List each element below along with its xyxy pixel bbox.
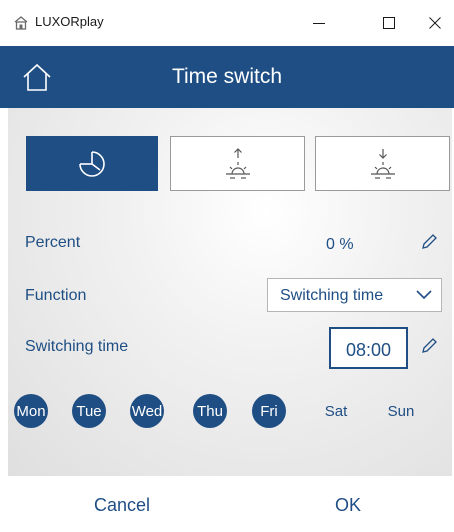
chevron-down-icon	[416, 290, 432, 300]
day-wed-toggle[interactable]: Wed	[130, 394, 164, 428]
mode-sunrise-button[interactable]	[170, 136, 305, 191]
ok-button[interactable]: OK	[278, 490, 418, 520]
switching-time-label: Switching time	[25, 338, 129, 355]
percent-label: Percent	[25, 234, 81, 251]
cancel-button[interactable]: Cancel	[52, 490, 192, 520]
day-mon-toggle[interactable]: Mon	[14, 394, 48, 428]
function-label: Function	[25, 287, 87, 304]
edit-time-icon[interactable]	[420, 337, 438, 355]
switching-time-value: 08:00	[345, 340, 392, 360]
dialog-footer: Cancel OK	[0, 476, 454, 532]
maximize-icon	[383, 17, 395, 29]
day-fri-toggle[interactable]: Fri	[252, 394, 286, 428]
day-thu-toggle[interactable]: Thu	[193, 394, 227, 428]
percent-value: 0 %	[326, 236, 354, 253]
title-bar: LUXORplay	[0, 0, 454, 46]
time-switch-panel: Percent 0 % Function Switching time Swit…	[8, 108, 452, 476]
clock-icon	[79, 150, 105, 177]
close-button[interactable]	[412, 0, 454, 46]
sunset-icon	[370, 148, 395, 179]
function-selected-value: Switching time	[280, 287, 384, 304]
day-tue-toggle[interactable]: Tue	[72, 394, 106, 428]
day-sun-toggle[interactable]: Sun	[384, 394, 418, 428]
window-title: LUXORplay	[35, 14, 104, 29]
day-sat-toggle[interactable]: Sat	[319, 394, 353, 428]
minimize-button[interactable]	[296, 0, 342, 46]
app-logo-icon	[14, 16, 28, 30]
page-title: Time switch	[171, 65, 283, 88]
edit-percent-icon[interactable]	[420, 233, 438, 251]
minimize-icon	[313, 23, 325, 24]
close-icon	[429, 17, 441, 29]
function-dropdown[interactable]: Switching time	[267, 278, 442, 312]
mode-sunset-button[interactable]	[315, 136, 450, 191]
maximize-button[interactable]	[366, 0, 412, 46]
header-bar: Time switch	[0, 46, 454, 108]
switching-time-field[interactable]: 08:00	[329, 327, 408, 369]
mode-clock-button[interactable]	[26, 136, 158, 191]
app-window: LUXORplay Time switch Percent 0 % Functi…	[0, 0, 454, 532]
sunrise-icon	[225, 147, 250, 179]
